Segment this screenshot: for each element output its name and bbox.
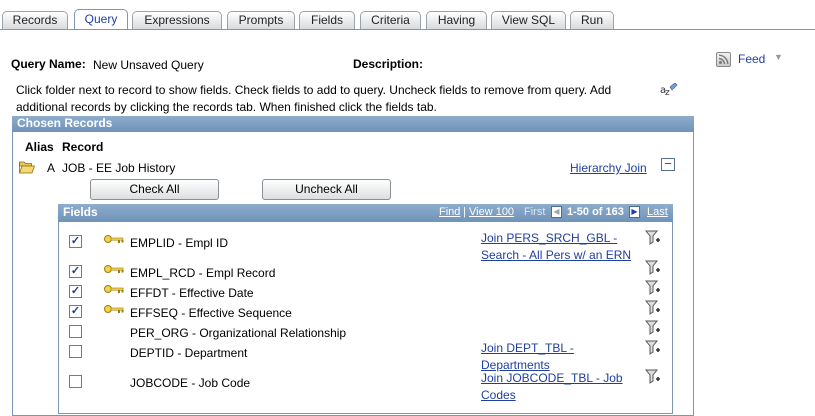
tab-fields[interactable]: Fields — [299, 11, 355, 30]
hierarchy-join-link[interactable]: Hierarchy Join — [570, 161, 647, 175]
criteria-funnel-icon[interactable] — [645, 260, 661, 276]
tab-view-sql[interactable]: View SQL — [491, 11, 566, 30]
query-name-value: New Unsaved Query — [93, 58, 204, 72]
tab-query[interactable]: Query — [74, 9, 128, 30]
field-label: EMPL_RCD - Empl Record — [130, 266, 276, 280]
chosen-records-header: Chosen Records — [12, 116, 694, 132]
record-header: Record — [62, 140, 104, 154]
field-checkbox[interactable]: ✓ — [69, 285, 82, 298]
criteria-funnel-icon[interactable] — [645, 320, 661, 336]
chevron-down-icon: ▼ — [774, 52, 783, 62]
tab-expressions[interactable]: Expressions — [132, 11, 222, 30]
collapse-icon[interactable]: − — [661, 157, 675, 171]
join-link-description[interactable]: Search - All Pers w/ an ERN — [481, 248, 631, 262]
feed-icon — [716, 52, 731, 67]
join-link[interactable]: Join DEPT_TBL - — [481, 341, 574, 355]
field-label: PER_ORG - Organizational Relationship — [130, 326, 347, 340]
tab-records[interactable]: Records — [2, 11, 68, 30]
record-name: JOB - EE Job History — [62, 161, 176, 175]
next-arrow-icon[interactable]: ▶ — [629, 206, 640, 218]
field-checkbox[interactable]: ✓ — [69, 305, 82, 318]
feed-button[interactable]: Feed ▼ — [716, 52, 796, 68]
previous-arrow-icon: ◀ — [551, 206, 562, 218]
tab-having[interactable]: Having — [426, 11, 487, 30]
header-separator: | — [463, 206, 466, 218]
fields-grid-header: Fields Find | View 100 First ◀ 1-50 of 1… — [58, 204, 673, 222]
instructions-line-1: Click folder next to record to show fiel… — [16, 83, 612, 97]
tab-prompts[interactable]: Prompts — [227, 11, 295, 30]
field-checkbox[interactable] — [69, 375, 82, 388]
criteria-funnel-icon[interactable] — [645, 369, 661, 385]
criteria-funnel-icon[interactable] — [645, 340, 661, 356]
key-icon — [104, 285, 124, 293]
join-link-description[interactable]: Departments — [481, 358, 550, 372]
criteria-funnel-icon[interactable] — [645, 280, 661, 296]
field-checkbox[interactable]: ✓ — [69, 265, 82, 278]
svg-text:z: z — [665, 88, 670, 97]
criteria-funnel-icon[interactable] — [645, 230, 661, 246]
field-label: EMPLID - Empl ID — [130, 236, 229, 250]
tab-criteria[interactable]: Criteria — [360, 11, 421, 30]
record-alias: A — [47, 161, 56, 175]
key-icon — [104, 235, 124, 243]
open-folder-icon[interactable] — [18, 161, 36, 174]
query-name-label: Query Name: — [11, 57, 86, 71]
last-link[interactable]: Last — [647, 204, 668, 221]
join-link[interactable]: Join PERS_SRCH_GBL - — [481, 231, 617, 245]
field-label: DEPTID - Department — [130, 346, 248, 360]
spell-check-icon[interactable]: a z — [660, 82, 678, 98]
field-label: EFFSEQ - Effective Sequence — [130, 306, 292, 320]
feed-label: Feed — [738, 52, 766, 66]
check-all-button[interactable]: Check All — [90, 179, 219, 200]
join-link[interactable]: Join JOBCODE_TBL - Job — [481, 371, 623, 385]
field-checkbox[interactable]: ✓ — [69, 235, 82, 248]
view-100-link[interactable]: View 100 — [469, 204, 514, 221]
key-icon — [104, 265, 124, 273]
tab-run[interactable]: Run — [570, 11, 614, 30]
alias-header: Alias — [25, 140, 54, 154]
join-link-description[interactable]: Codes — [481, 388, 516, 402]
find-link[interactable]: Find — [439, 204, 460, 221]
tab-divider — [0, 29, 815, 30]
criteria-funnel-icon[interactable] — [645, 300, 661, 316]
field-checkbox[interactable] — [69, 325, 82, 338]
row-range: 1-50 of 163 — [567, 206, 624, 218]
field-label: EFFDT - Effective Date — [130, 286, 254, 300]
first-label: First — [524, 206, 546, 218]
field-label: JOBCODE - Job Code — [130, 376, 251, 390]
fields-grid-title: Fields — [63, 205, 98, 219]
instructions-line-2: additional records by clicking the recor… — [16, 100, 437, 114]
description-label: Description: — [353, 57, 424, 71]
field-checkbox[interactable] — [69, 345, 82, 358]
key-icon — [104, 305, 124, 313]
uncheck-all-button[interactable]: Uncheck All — [262, 179, 391, 200]
tab-bar: Records Query Expressions Prompts Fields… — [0, 0, 815, 30]
